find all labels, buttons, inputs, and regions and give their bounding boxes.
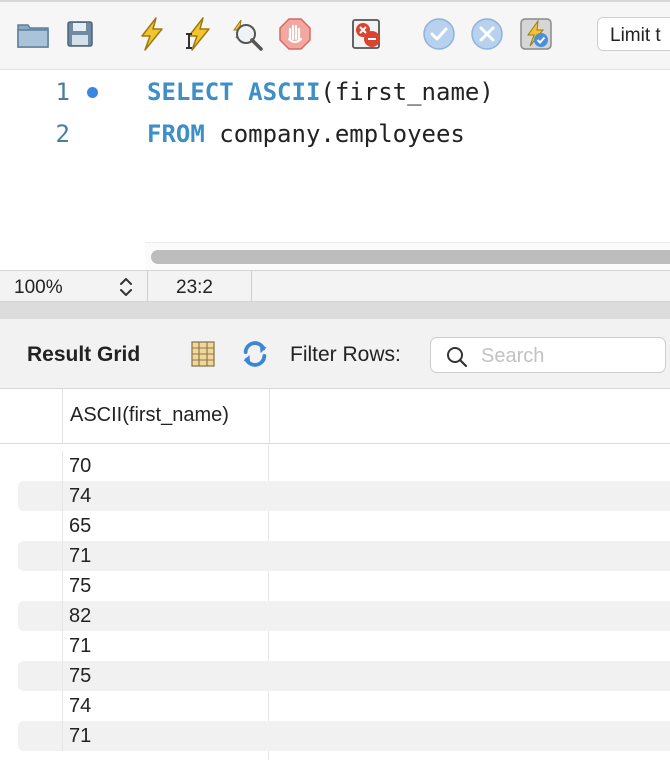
panel-divider[interactable] <box>0 302 670 319</box>
sql-keyword: FROM <box>147 120 205 148</box>
line-number: 1 <box>55 78 70 106</box>
rollback-icon[interactable] <box>469 16 505 52</box>
line-number-gutter: 1 2 <box>0 70 145 270</box>
query-toolbar: Limit t <box>0 0 670 70</box>
search-box[interactable] <box>430 337 666 373</box>
toolbar-top-border <box>0 0 670 2</box>
column-header[interactable]: ASCII(first_name) <box>62 389 270 444</box>
execute-icon[interactable] <box>134 16 170 52</box>
table-cell[interactable]: 71 <box>69 725 91 748</box>
table-cell[interactable]: 71 <box>69 545 91 568</box>
table-row[interactable]: 75 <box>0 661 670 691</box>
code-text: company.employees <box>204 120 465 148</box>
table-row[interactable]: 65 <box>0 511 670 541</box>
table-cell[interactable]: 71 <box>69 635 91 658</box>
code-line[interactable]: FROM company.employees <box>147 120 465 148</box>
sql-function: ASCII <box>248 78 321 106</box>
table-cell[interactable]: 74 <box>69 695 91 718</box>
table-cell[interactable]: 70 <box>69 455 91 478</box>
table-cell[interactable]: 75 <box>69 665 91 688</box>
search-input[interactable] <box>481 343 661 369</box>
refresh-icon[interactable] <box>240 339 270 369</box>
table-row[interactable]: 74 <box>0 691 670 721</box>
chevron-updown-icon[interactable] <box>116 276 136 298</box>
table-row[interactable]: 71 <box>0 721 670 751</box>
table-row[interactable]: 75 <box>0 571 670 601</box>
editor-status-bar: 100% 23:2 <box>0 270 670 302</box>
sql-editor[interactable]: 1 2 SELECT ASCII(first_name) FROM compan… <box>0 70 670 270</box>
table-cell[interactable]: 82 <box>69 605 91 628</box>
filter-rows-label: Filter Rows: <box>290 343 401 366</box>
code-line[interactable]: SELECT ASCII(first_name) <box>147 78 494 106</box>
zoom-value: 100% <box>14 277 63 298</box>
table-row[interactable]: 71 <box>0 631 670 661</box>
code-text: (first_name) <box>320 78 494 106</box>
table-row[interactable]: 82 <box>0 601 670 631</box>
search-icon <box>447 347 468 368</box>
zoom-select[interactable]: 100% <box>0 271 148 301</box>
limit-rows-select[interactable]: Limit t <box>597 17 670 51</box>
table-cell[interactable]: 75 <box>69 575 91 598</box>
statement-marker-icon[interactable] <box>87 87 98 98</box>
commit-icon[interactable] <box>421 16 457 52</box>
table-cell[interactable]: 74 <box>69 485 91 508</box>
grid-header: ASCII(first_name) <box>0 389 670 444</box>
sql-keyword: SELECT <box>147 78 234 106</box>
explain-icon[interactable] <box>229 16 265 52</box>
line-number: 2 <box>55 120 70 148</box>
table-row[interactable]: 71 <box>0 541 670 571</box>
result-grid: ASCII(first_name) 70 74 65 71 75 82 71 7… <box>0 389 670 760</box>
open-folder-icon[interactable] <box>15 16 51 52</box>
result-grid-label: Result Grid <box>27 343 141 366</box>
horizontal-scrollbar-thumb[interactable] <box>151 250 670 264</box>
autocommit-icon[interactable] <box>518 16 554 52</box>
table-cell[interactable]: 65 <box>69 515 91 538</box>
toggle-error-icon[interactable] <box>349 16 385 52</box>
result-toolbar: Result Grid Filter Rows: <box>0 319 670 389</box>
table-row[interactable]: 74 <box>0 481 670 511</box>
save-icon[interactable] <box>62 16 98 52</box>
stop-icon[interactable] <box>277 16 313 52</box>
cursor-position: 23:2 <box>148 271 252 301</box>
table-row[interactable]: 70 <box>0 451 670 481</box>
execute-current-icon[interactable] <box>180 16 216 52</box>
column-toggle-icon[interactable] <box>188 339 218 369</box>
